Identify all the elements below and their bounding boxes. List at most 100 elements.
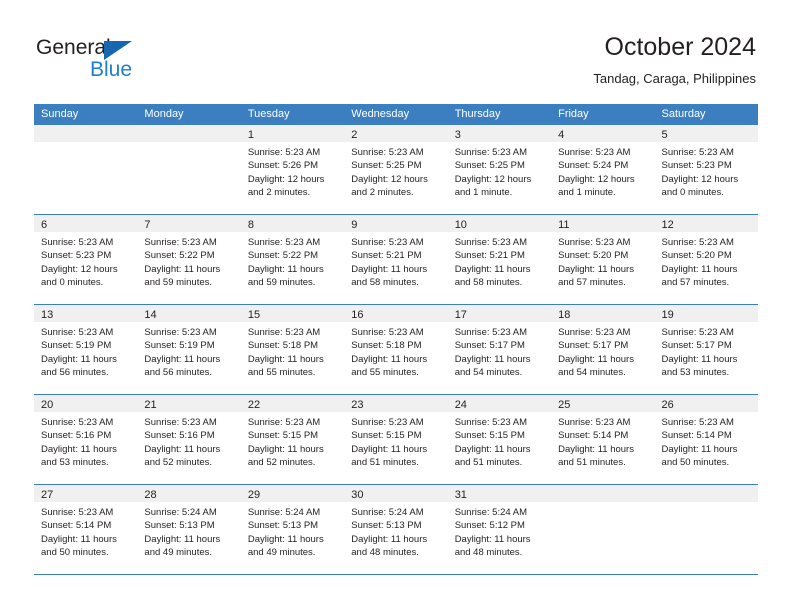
sunrise-text: Sunrise: 5:23 AM (558, 327, 631, 338)
sunrise-text: Sunrise: 5:23 AM (351, 417, 424, 428)
day-cell[interactable]: 9 Sunrise: 5:23 AM Sunset: 5:21 PM Daylight… (344, 215, 448, 304)
daylight-text-line1: Daylight: 11 hours (454, 263, 531, 275)
day-number: 2 (351, 129, 358, 141)
day-cell[interactable]: 5 Sunrise: 5:23 AM Sunset: 5:23 PM Daylight… (654, 125, 758, 214)
sunrise-text: Sunrise: 5:23 AM (454, 237, 528, 248)
daylight-text-line2: and 57 minutes. (661, 276, 730, 288)
sunset-text: Sunset: 5:23 PM (41, 250, 112, 262)
day-cell[interactable]: 12 Sunrise: 5:23 AM Sunset: 5:20 PM Dayligh… (654, 215, 758, 304)
daylight-text-line2: and 58 minutes. (351, 276, 419, 288)
day-cell[interactable]: 25 Sunrise: 5:23 AM Sunset: 5:14 PM Dayligh… (551, 395, 655, 484)
daylight-text-line1: Daylight: 11 hours (351, 263, 428, 275)
day-details: Sunrise: 5:23 AM Sunset: 5:25 PM Daylight:… (448, 142, 551, 214)
day-cell[interactable]: 14 Sunrise: 5:23 AM Sunset: 5:19 PM Dayligh… (137, 305, 241, 394)
day-cell[interactable]: 27 Sunrise: 5:23 AM Sunset: 5:14 PM Dayligh… (34, 485, 138, 574)
day-cell[interactable]: 23 Sunrise: 5:23 AM Sunset: 5:15 PM Dayligh… (344, 395, 448, 484)
sunset-text: Sunset: 5:14 PM (558, 430, 629, 442)
day-details: Sunrise: 5:23 AM Sunset: 5:17 PM Daylight:… (448, 322, 551, 394)
sunrise-text: Sunrise: 5:23 AM (454, 147, 528, 158)
sunrise-text: Sunrise: 5:23 AM (661, 327, 734, 338)
day-cell[interactable]: 4 Sunrise: 5:23 AM Sunset: 5:24 PM Daylight… (551, 125, 655, 214)
day-number-strip: 2 (344, 125, 448, 142)
day-cell[interactable]: 2 Sunrise: 5:23 AM Sunset: 5:25 PM Daylight… (344, 125, 448, 214)
day-details: Sunrise: 5:23 AM Sunset: 5:19 PM Daylight:… (137, 322, 240, 394)
day-cell[interactable]: 7 Sunrise: 5:23 AM Sunset: 5:22 PM Daylight… (137, 215, 241, 304)
day-cell[interactable]: 13 Sunrise: 5:23 AM Sunset: 5:19 PM Dayligh… (34, 305, 138, 394)
sunrise-text: Sunrise: 5:23 AM (454, 417, 528, 428)
daylight-text-line1: Daylight: 11 hours (661, 263, 738, 275)
day-details: Sunrise: 5:23 AM Sunset: 5:25 PM Daylight:… (344, 142, 447, 214)
daylight-text-line2: and 1 minute. (558, 186, 616, 198)
sunset-text: Sunset: 5:17 PM (661, 340, 732, 352)
day-number-strip: 9 (344, 215, 448, 232)
day-details: Sunrise: 5:23 AM Sunset: 5:15 PM Daylight:… (241, 412, 344, 484)
day-number-strip: 26 (654, 395, 758, 412)
day-number-strip: 4 (551, 125, 655, 142)
generalblue-logo[interactable]: General Blue (36, 36, 166, 86)
day-cell[interactable]: 11 Sunrise: 5:23 AM Sunset: 5:20 PM Dayligh… (551, 215, 655, 304)
day-cell[interactable]: 29 Sunrise: 5:24 AM Sunset: 5:13 PM Dayligh… (240, 485, 345, 574)
day-number: 31 (454, 489, 467, 501)
daylight-text-line2: and 50 minutes. (661, 456, 730, 468)
day-cell[interactable]: 18 Sunrise: 5:23 AM Sunset: 5:17 PM Dayligh… (551, 305, 655, 394)
daylight-text-line1: Daylight: 11 hours (454, 353, 531, 365)
sunrise-text: Sunrise: 5:23 AM (144, 327, 217, 338)
day-cell[interactable]: 31 Sunrise: 5:24 AM Sunset: 5:12 PM Dayligh… (447, 485, 552, 574)
day-number: 6 (41, 219, 48, 231)
day-number: 9 (351, 219, 358, 231)
daylight-text-line2: and 1 minute. (454, 186, 513, 198)
day-number: 3 (454, 129, 461, 141)
sunrise-text: Sunrise: 5:24 AM (247, 507, 321, 518)
sunset-text: Sunset: 5:20 PM (558, 250, 629, 262)
day-cell[interactable]: 19 Sunrise: 5:23 AM Sunset: 5:17 PM Dayligh… (654, 305, 758, 394)
calendar-week-row: 1 Sunrise: 5:23 AM Sunset: 5:26 PM Daylight… (34, 125, 758, 215)
day-cell[interactable]: 3 Sunrise: 5:23 AM Sunset: 5:25 PM Daylight… (447, 125, 552, 214)
day-cell[interactable]: 28 Sunrise: 5:24 AM Sunset: 5:13 PM Dayligh… (137, 485, 241, 574)
daylight-text-line1: Daylight: 11 hours (247, 353, 324, 365)
daylight-text-line2: and 55 minutes. (351, 366, 419, 378)
sunset-text: Sunset: 5:21 PM (454, 250, 525, 262)
day-details: Sunrise: 5:23 AM Sunset: 5:20 PM Daylight:… (655, 232, 758, 304)
sunset-text: Sunset: 5:20 PM (661, 250, 732, 262)
day-cell[interactable]: 24 Sunrise: 5:23 AM Sunset: 5:15 PM Dayligh… (447, 395, 552, 484)
day-details: Sunrise: 5:23 AM Sunset: 5:19 PM Daylight:… (34, 322, 137, 394)
daylight-text-line2: and 0 minutes. (661, 186, 724, 198)
day-number: 5 (661, 129, 668, 141)
day-cell[interactable]: 22 Sunrise: 5:23 AM Sunset: 5:15 PM Dayligh… (240, 395, 345, 484)
day-cell[interactable]: 30 Sunrise: 5:24 AM Sunset: 5:13 PM Dayligh… (344, 485, 448, 574)
sunrise-text: Sunrise: 5:24 AM (144, 507, 217, 518)
daylight-text-line1: Daylight: 12 hours (454, 173, 532, 185)
day-details: Sunrise: 5:23 AM Sunset: 5:16 PM Daylight:… (137, 412, 240, 484)
day-cell[interactable]: 21 Sunrise: 5:23 AM Sunset: 5:16 PM Dayligh… (137, 395, 241, 484)
day-cell[interactable]: 10 Sunrise: 5:23 AM Sunset: 5:21 PM Dayligh… (447, 215, 552, 304)
daylight-text-line1: Daylight: 11 hours (351, 353, 428, 365)
sunrise-text: Sunrise: 5:23 AM (247, 327, 321, 338)
weekday-header-monday: Monday (144, 108, 184, 120)
day-number-strip: 3 (447, 125, 552, 142)
daylight-text-line1: Daylight: 11 hours (41, 443, 117, 455)
day-details: Sunrise: 5:23 AM Sunset: 5:22 PM Daylight:… (241, 232, 344, 304)
day-cell[interactable]: 6 Sunrise: 5:23 AM Sunset: 5:23 PM Daylight… (34, 215, 138, 304)
day-details (34, 142, 137, 214)
weekday-header-sunday: Sunday (41, 108, 79, 120)
day-details: Sunrise: 5:23 AM Sunset: 5:21 PM Daylight:… (448, 232, 551, 304)
day-number: 25 (558, 399, 571, 411)
sunset-text: Sunset: 5:13 PM (351, 520, 422, 532)
daylight-text-line2: and 2 minutes. (351, 186, 414, 198)
daylight-text-line1: Daylight: 11 hours (351, 533, 428, 545)
day-number-strip: 30 (344, 485, 448, 502)
daylight-text-line2: and 51 minutes. (558, 456, 626, 468)
day-number: 27 (41, 489, 54, 501)
day-cell[interactable]: 20 Sunrise: 5:23 AM Sunset: 5:16 PM Dayligh… (34, 395, 138, 484)
day-cell[interactable]: 16 Sunrise: 5:23 AM Sunset: 5:18 PM Dayligh… (344, 305, 448, 394)
daylight-text-line2: and 2 minutes. (247, 186, 311, 198)
day-cell[interactable]: 8 Sunrise: 5:23 AM Sunset: 5:22 PM Daylight… (240, 215, 345, 304)
day-cell[interactable]: 15 Sunrise: 5:23 AM Sunset: 5:18 PM Dayligh… (240, 305, 345, 394)
day-cell[interactable]: 17 Sunrise: 5:23 AM Sunset: 5:17 PM Dayligh… (447, 305, 552, 394)
day-number: 20 (41, 399, 54, 411)
daylight-text-line2: and 51 minutes. (454, 456, 523, 468)
day-cell[interactable]: 26 Sunrise: 5:23 AM Sunset: 5:14 PM Dayligh… (654, 395, 758, 484)
daylight-text-line2: and 49 minutes. (144, 546, 213, 558)
day-cell[interactable]: 1 Sunrise: 5:23 AM Sunset: 5:26 PM Daylight… (240, 125, 345, 214)
daylight-text-line2: and 59 minutes. (144, 276, 213, 288)
